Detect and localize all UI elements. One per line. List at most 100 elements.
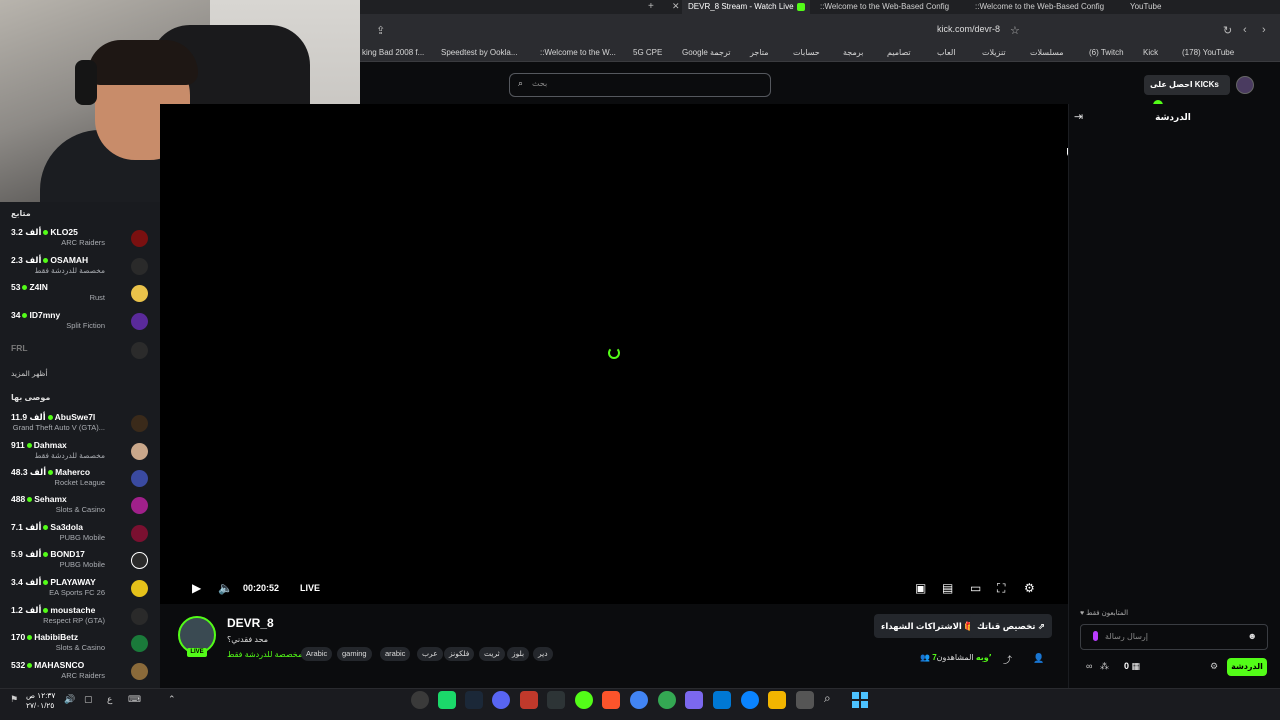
back-icon[interactable]: ‹: [1243, 24, 1247, 36]
discord-app-icon[interactable]: [492, 691, 510, 709]
chat-message-input[interactable]: إرسال رسالة ☻: [1080, 624, 1268, 650]
users-icon[interactable]: ⁂: [1100, 661, 1109, 672]
share-icon[interactable]: ⇪: [376, 24, 385, 37]
chrome-app-icon[interactable]: [658, 691, 676, 709]
tab-config-2[interactable]: ::Welcome to the Web-Based Config: [975, 0, 1105, 14]
steam-app-icon[interactable]: [465, 691, 483, 709]
app-icon[interactable]: [438, 691, 456, 709]
tag-chip[interactable]: بلوز: [507, 647, 530, 661]
edge-app-icon[interactable]: [741, 691, 759, 709]
bookmark-item[interactable]: تنزيلات: [982, 46, 1006, 60]
chrome-app-icon[interactable]: [630, 691, 648, 709]
taskbar-search-icon[interactable]: ⌕: [824, 691, 831, 706]
windows-start-icon[interactable]: [852, 692, 868, 708]
app-icon[interactable]: [547, 691, 565, 709]
get-kicks-button[interactable]: احصل على KICKs: [1144, 75, 1230, 110]
app-icon[interactable]: [520, 691, 538, 709]
collapse-chat-icon[interactable]: ⇥: [1074, 110, 1083, 123]
chat-settings-gear-icon[interactable]: ⚙: [1210, 661, 1218, 672]
tray-expand-icon[interactable]: ⌃: [168, 694, 176, 705]
link-icon[interactable]: ∞: [1086, 661, 1092, 671]
channel-name-title[interactable]: DEVR_8: [227, 616, 274, 630]
tag-chip[interactable]: Arabic: [301, 647, 333, 661]
network-tray-icon[interactable]: ▢: [84, 694, 93, 705]
follow-icon[interactable]: 👤: [1033, 653, 1044, 664]
reload-icon[interactable]: ↻: [1223, 24, 1232, 37]
bookmark-item[interactable]: 5G CPE: [633, 46, 662, 60]
keyboard-tray-icon[interactable]: ⌨: [128, 694, 141, 705]
clock-date: ٢٧/٠١/٢٥: [26, 701, 55, 710]
sidebar-channel[interactable]: 3.4 ألف PLAYAWAY EA Sports FC 26: [0, 577, 160, 604]
app-icon[interactable]: [713, 691, 731, 709]
theater-mode-icon[interactable]: ▭: [970, 581, 981, 595]
sidebar-channel-offline[interactable]: FRL: [0, 342, 160, 370]
miniplayer-icon[interactable]: ▣: [915, 581, 926, 595]
sidebar-channel[interactable]: 3.2 ألف KLO25 ARC Raiders: [0, 227, 160, 254]
app-icon[interactable]: [685, 691, 703, 709]
sidebar-channel[interactable]: 34 ID7mny Split Fiction: [0, 310, 160, 337]
sidebar-channel[interactable]: 532 MAHASNCO ARC Raiders: [0, 660, 160, 687]
send-chat-button[interactable]: الدردشة: [1227, 658, 1267, 676]
tab-devr8[interactable]: DEVR_8 Stream - Watch Live: [682, 0, 810, 14]
bookmark-item[interactable]: متاجر: [750, 46, 769, 60]
show-more-link[interactable]: أظهر المزيد: [11, 369, 48, 378]
bookmark-item[interactable]: Speedtest by Ookla...: [441, 46, 518, 60]
bookmark-item[interactable]: king Bad 2008 f...: [362, 46, 424, 60]
obs-app-icon[interactable]: [411, 691, 429, 709]
stream-category[interactable]: مخصصة للدردشة فقط: [227, 650, 302, 659]
sidebar-channel[interactable]: 170 HabibiBetz Slots & Casino: [0, 632, 160, 659]
tag-chip[interactable]: عرب: [417, 647, 443, 661]
tab-config-1[interactable]: ::Welcome to the Web-Based Config: [820, 0, 950, 14]
subscriptions-button[interactable]: الاشتراكات الشهداء 🎁: [874, 614, 982, 638]
channel-name: ID7mny: [29, 310, 61, 320]
sidebar-channel[interactable]: 11.9 ألف AbuSwe7l Grand Theft Auto V (GTA…: [0, 412, 160, 439]
profile-avatar[interactable]: [1236, 76, 1254, 94]
sidebar-channel[interactable]: 53 Z4IN Rust: [0, 282, 160, 309]
customize-channel-button[interactable]: تخصيص قناتك ⇗: [970, 614, 1052, 638]
sidebar-channel[interactable]: 5.9 ألف BOND17 PUBG Mobile: [0, 549, 160, 576]
volume-icon[interactable]: 🔈: [218, 581, 233, 595]
sidebar-channel[interactable]: 488 Sehamx Slots & Casino: [0, 494, 160, 521]
bookmark-item[interactable]: تصاميم: [887, 46, 911, 60]
volume-tray-icon[interactable]: 🔊: [64, 694, 75, 705]
search-input[interactable]: ⌕ بحث: [509, 73, 771, 97]
settings-gear-icon[interactable]: ⚙: [1024, 581, 1035, 595]
forward-icon[interactable]: ›: [1262, 24, 1266, 36]
bookmark-item[interactable]: برمجة: [843, 46, 863, 60]
sidebar-channel[interactable]: 7.1 ألف Sa3dola PUBG Mobile: [0, 522, 160, 549]
tag-chip[interactable]: arabic: [380, 647, 411, 661]
sidebar-channel[interactable]: 911 Dahmax مخصصة للدردشة فقط: [0, 440, 160, 467]
emoji-icon[interactable]: ☻: [1248, 631, 1257, 641]
play-icon[interactable]: ▶: [192, 581, 201, 595]
fullscreen-icon[interactable]: ⛶: [997, 581, 1005, 596]
bookmark-item[interactable]: Google ترجمة: [682, 46, 731, 60]
share-icon[interactable]: ⤴: [1003, 653, 1012, 666]
bookmark-item[interactable]: العاب: [937, 46, 956, 60]
bookmark-item[interactable]: Kick: [1143, 46, 1158, 60]
app-icon[interactable]: [575, 691, 593, 709]
bookmark-item[interactable]: (178) YouTube: [1182, 46, 1234, 60]
notification-icon[interactable]: ⚑: [10, 694, 18, 705]
close-tab-icon[interactable]: ✕: [672, 1, 680, 12]
new-tab-plus-icon[interactable]: +: [648, 1, 654, 12]
clip-icon[interactable]: ▤: [942, 581, 953, 595]
tag-chip[interactable]: فلكونز: [444, 647, 475, 661]
sidebar-channel[interactable]: 2.3 ألف OSAMAH مخصصة للدردشة فقط: [0, 255, 160, 282]
sidebar-channel[interactable]: 48.3 ألف Maherco Rocket League: [0, 467, 160, 494]
bookmark-item[interactable]: ::Welcome to the W...: [540, 46, 616, 60]
tag-chip[interactable]: gaming: [337, 647, 372, 661]
tag-chip[interactable]: ثريت: [479, 647, 505, 661]
taskbar-clock[interactable]: ١٢:٣٧ ص ٢٧/٠١/٢٥: [26, 691, 55, 711]
tab-youtube[interactable]: YouTube: [1130, 0, 1190, 14]
app-icon[interactable]: [796, 691, 814, 709]
bookmark-item[interactable]: مسلسلات: [1030, 46, 1064, 60]
language-indicator[interactable]: ع: [107, 694, 112, 705]
file-explorer-icon[interactable]: [768, 691, 786, 709]
brave-app-icon[interactable]: [602, 691, 620, 709]
tag-chip[interactable]: دير: [533, 647, 553, 661]
bookmark-item[interactable]: حسابات: [793, 46, 820, 60]
url-text[interactable]: kick.com/devr-8: [860, 24, 1000, 34]
bookmark-item[interactable]: (6) Twitch: [1089, 46, 1124, 60]
sidebar-channel[interactable]: 1.2 ألف moustache Respect RP (GTA): [0, 605, 160, 632]
bookmark-star-icon[interactable]: ☆: [1010, 24, 1020, 37]
